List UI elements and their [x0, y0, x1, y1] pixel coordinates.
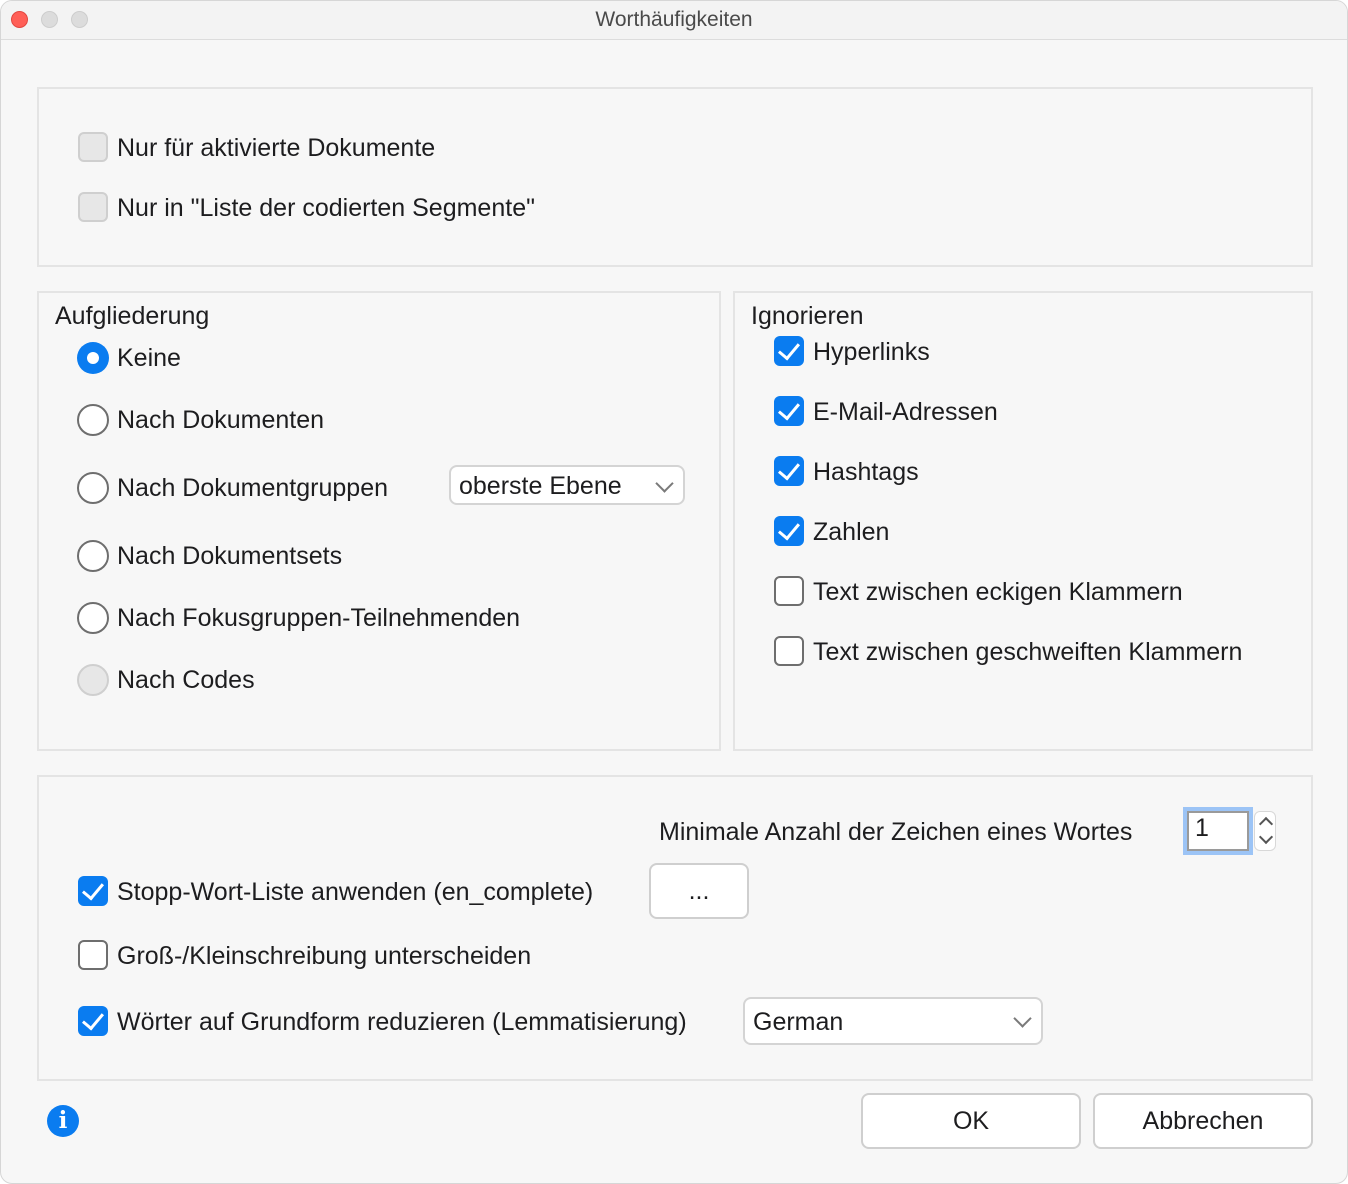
breakdown-documents-radio[interactable]: [77, 404, 109, 436]
title-bar: Worthäufigkeiten: [1, 1, 1347, 40]
min-chars-stepper[interactable]: [1254, 811, 1276, 851]
ignore-hyperlinks-checkbox[interactable]: [774, 336, 804, 366]
breakdown-docgroups-label: Nach Dokumentgruppen: [117, 474, 388, 502]
ignore-square-brackets-label: Text zwischen eckigen Klammern: [813, 578, 1183, 606]
ignore-email-checkbox[interactable]: [774, 396, 804, 426]
cancel-button[interactable]: Abbrechen: [1093, 1093, 1313, 1149]
breakdown-focusgroup-radio[interactable]: [77, 602, 109, 634]
ignore-curly-brackets-checkbox[interactable]: [774, 636, 804, 666]
breakdown-codes-label: Nach Codes: [117, 666, 255, 694]
activated-docs-checkbox[interactable]: [78, 132, 108, 162]
dialog-window: Worthäufigkeiten Nur für aktivierte Doku…: [0, 0, 1348, 1184]
filter-group: [37, 87, 1313, 267]
breakdown-none-radio[interactable]: [77, 342, 109, 374]
case-sensitive-checkbox[interactable]: [78, 940, 108, 970]
ignore-square-brackets-checkbox[interactable]: [774, 576, 804, 606]
breakdown-documents-label: Nach Dokumenten: [117, 406, 325, 434]
ignore-email-label: E-Mail-Adressen: [813, 398, 998, 426]
stopword-list-button[interactable]: ...: [649, 863, 749, 919]
activated-docs-label: Nur für aktivierte Dokumente: [117, 134, 436, 162]
breakdown-codes-radio[interactable]: [77, 664, 109, 696]
window-title: Worthäufigkeiten: [595, 8, 753, 31]
lemmatize-checkbox[interactable]: [78, 1006, 108, 1036]
ok-button[interactable]: OK: [861, 1093, 1081, 1149]
min-chars-label: Minimale Anzahl der Zeichen eines Wortes: [659, 818, 1133, 846]
ignore-numbers-label: Zahlen: [813, 518, 890, 546]
chevron-down-icon: [1013, 1009, 1032, 1028]
language-value: German: [753, 1008, 844, 1036]
breakdown-focusgroup-label: Nach Fokusgruppen-Teilnehmenden: [117, 604, 521, 632]
info-icon[interactable]: i: [47, 1105, 79, 1137]
min-chars-input[interactable]: 1: [1187, 811, 1249, 851]
breakdown-docgroups-radio[interactable]: [77, 472, 109, 504]
coded-segments-checkbox[interactable]: [78, 192, 108, 222]
stopword-checkbox[interactable]: [78, 876, 108, 906]
ignore-heading: Ignorieren: [751, 302, 864, 330]
ignore-curly-brackets-label: Text zwischen geschweiften Klammern: [813, 638, 1243, 666]
group-level-select[interactable]: oberste Ebene: [449, 465, 685, 505]
ignore-numbers-checkbox[interactable]: [774, 516, 804, 546]
breakdown-heading: Aufgliederung: [55, 302, 210, 330]
ignore-hyperlinks-label: Hyperlinks: [813, 338, 930, 366]
case-sensitive-label: Groß-/Kleinschreibung unterscheiden: [117, 942, 532, 970]
lemmatize-label: Wörter auf Grundform reduzieren (Lemmati…: [117, 1008, 687, 1036]
chevron-down-icon: [655, 474, 674, 493]
stopword-label: Stopp-Wort-Liste anwenden (en_complete): [117, 878, 594, 906]
coded-segments-label: Nur in "Liste der codierten Segmente": [117, 194, 535, 222]
language-select[interactable]: German: [743, 997, 1043, 1045]
ignore-hashtags-label: Hashtags: [813, 458, 919, 486]
group-level-value: oberste Ebene: [459, 472, 622, 500]
ignore-hashtags-checkbox[interactable]: [774, 456, 804, 486]
breakdown-docsets-radio[interactable]: [77, 540, 109, 572]
chevron-down-icon[interactable]: [1258, 829, 1274, 845]
breakdown-docsets-label: Nach Dokumentsets: [117, 542, 343, 570]
breakdown-none-label: Keine: [117, 344, 181, 372]
